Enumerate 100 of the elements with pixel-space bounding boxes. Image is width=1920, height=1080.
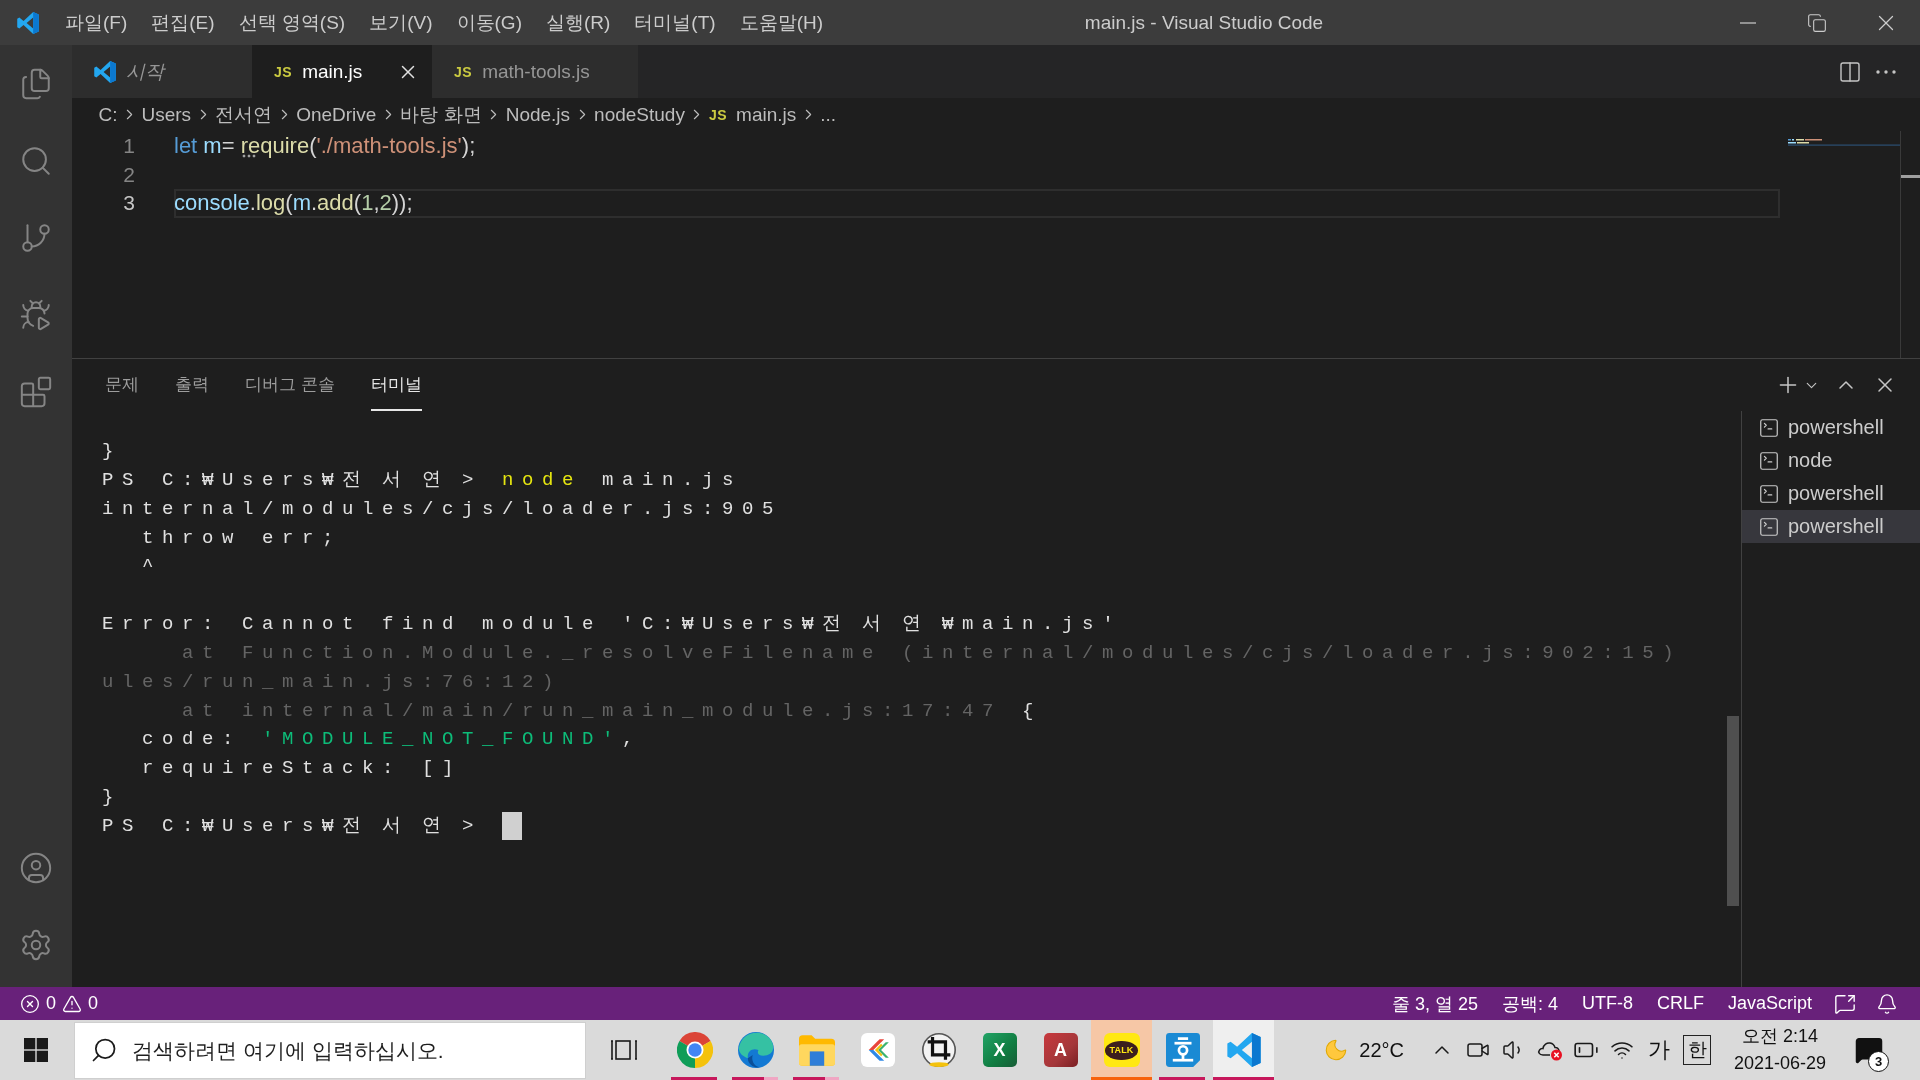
- bug-play-icon: [19, 297, 53, 332]
- line-number: 3: [122, 190, 135, 216]
- editor-tab[interactable]: JS math-tools.js: [432, 45, 638, 98]
- menu-item[interactable]: 실행(R): [533, 0, 623, 45]
- user-circle-icon: [19, 850, 53, 885]
- talk-logo: TALK: [1103, 1033, 1140, 1067]
- line-number: 1: [122, 133, 135, 159]
- cursor-position-mark: [1901, 175, 1920, 178]
- panel-tab[interactable]: 디버그 콘솔: [245, 359, 335, 411]
- terminal-line: Error: Cannot find module 'C:₩Users₩전 서 연 ₩main.js': [102, 612, 1123, 638]
- terminal-line: at internal/main/run_main_module.js:17:47 {: [181, 698, 1043, 724]
- split-icon: [1838, 59, 1862, 84]
- terminal-line: internal/modules/cjs/loader.js:905: [102, 496, 783, 522]
- status-bar-item[interactable]: CRLF: [1644, 987, 1716, 1020]
- taskbar-app-button[interactable]: TALK: [1091, 1020, 1152, 1080]
- menu-item[interactable]: 선택 영역(S): [226, 0, 358, 45]
- breadcrumb-item[interactable]: 바탕 화면: [396, 101, 486, 128]
- message-share-icon: [1834, 992, 1856, 1015]
- editor-scrollbar[interactable]: [1900, 131, 1920, 358]
- terminal-line: PS C:₩Users₩전 서 연 >: [102, 813, 483, 839]
- spreadsheet-logo: X: [982, 1033, 1017, 1067]
- weather-button[interactable]: 22°C: [1315, 1020, 1424, 1080]
- database-logo: A: [1043, 1033, 1078, 1067]
- breadcrumb-item[interactable]: Users: [138, 103, 195, 126]
- line-number: 2: [122, 161, 135, 188]
- menu-item[interactable]: 이동(G): [444, 0, 534, 45]
- terminal-line: ^: [141, 554, 162, 580]
- status-bar-item[interactable]: UTF-8: [1569, 987, 1645, 1020]
- breadcrumb-item[interactable]: Node.js: [502, 103, 574, 126]
- clock-button[interactable]: 오전 2:14 2021-06-29: [1716, 1020, 1844, 1080]
- breadcrumb-item[interactable]: C:: [95, 103, 121, 126]
- terminal-line: }: [102, 785, 122, 811]
- taskbar-app-button[interactable]: A: [1030, 1020, 1091, 1080]
- terminal-list-item[interactable]: powershell: [1742, 477, 1920, 510]
- terminal-list-item[interactable]: powershell: [1742, 411, 1920, 444]
- swirl-icon: [737, 1032, 774, 1068]
- problems-button[interactable]: 0 0: [0, 987, 109, 1020]
- minimize-icon: [1739, 21, 1756, 24]
- settings-icon: [19, 927, 53, 962]
- terminal-line: throw err;: [141, 525, 343, 551]
- terminal-line: ules/run_main.js:76:12): [102, 669, 563, 695]
- menu-item[interactable]: 터미널(T): [622, 0, 728, 45]
- action-center-button[interactable]: 3: [1844, 1020, 1894, 1080]
- panel-tab[interactable]: 출력: [175, 359, 209, 411]
- panel-tab[interactable]: 문제: [105, 359, 139, 411]
- terminal-line: }: [102, 439, 122, 464]
- menu-item[interactable]: 보기(V): [357, 0, 445, 45]
- window-title: main.js - Visual Studio Code: [1084, 11, 1324, 34]
- notification-count-badge: 3: [1868, 1051, 1889, 1072]
- breadcrumb-item[interactable]: OneDrive: [292, 103, 380, 126]
- chevrons-tile-icon: [860, 1033, 895, 1067]
- editor-tab[interactable]: 시작: [72, 45, 252, 98]
- tricolor-circle-icon: [676, 1032, 713, 1068]
- status-bar-item[interactable]: JavaScript: [1715, 987, 1824, 1020]
- editor-tab[interactable]: JS main.js: [252, 45, 432, 98]
- files-icon: [19, 66, 53, 101]
- terminal-line: at Function.Module._resolveFilename (internal/modules/cjs/loader.js:902:15): [181, 640, 1683, 666]
- search-icon: [90, 1036, 118, 1064]
- menu-item[interactable]: 파일(F): [53, 0, 140, 45]
- more-icon: [1876, 69, 1896, 74]
- search-field[interactable]: 검색하려면 여기에 입력하십시오.: [74, 1022, 586, 1079]
- terminal-icon: [1758, 449, 1780, 472]
- input-mode-button[interactable]: 한: [1683, 1035, 1711, 1065]
- bell-icon: [1876, 992, 1898, 1015]
- cloud-error-icon: [1537, 1039, 1563, 1061]
- warning-icon: [62, 993, 82, 1014]
- terminal-scrollbar-thumb[interactable]: [1727, 716, 1739, 906]
- file-type-label: JS: [274, 63, 293, 80]
- terminal-line: PS C:₩Users₩전 서 연 > node main.js: [102, 467, 743, 493]
- code-line: console.log(m.add(1,2));: [174, 189, 1780, 218]
- vscode-logo-icon: [1226, 1033, 1261, 1067]
- terminal-icon: [1758, 482, 1780, 505]
- vscode-logo-icon: [16, 11, 39, 34]
- menu-item[interactable]: 편집(E): [139, 0, 227, 45]
- windows-logo-icon: [24, 1038, 48, 1062]
- status-bar-item[interactable]: 줄 3, 열 25: [1379, 987, 1490, 1020]
- restore-icon: [1806, 12, 1827, 33]
- input-mode-button[interactable]: 가: [1640, 1020, 1678, 1080]
- breadcrumb-item[interactable]: 전서연: [211, 101, 276, 128]
- rounded-tile-icon: [1165, 1033, 1200, 1067]
- file-type-label: JS: [454, 63, 473, 80]
- file-type-label: JS: [708, 106, 728, 123]
- menu-item[interactable]: 도움말(H): [727, 0, 835, 45]
- status-bar-item[interactable]: 공백: 4: [1489, 987, 1570, 1020]
- breadcrumb-item[interactable]: ...: [816, 103, 840, 126]
- vscode-logo-icon: [94, 60, 116, 83]
- folder-icon: [798, 1034, 835, 1066]
- terminal-list-item[interactable]: powershell: [1742, 510, 1920, 543]
- task-view-icon: [610, 1040, 638, 1060]
- breadcrumb-item[interactable]: nodeStudy: [590, 103, 689, 126]
- error-icon: [20, 993, 40, 1014]
- terminal-icon: [1758, 416, 1780, 439]
- code-line: let m= require('./math-tools.js');: [174, 132, 477, 160]
- panel-tab[interactable]: 터미널: [370, 359, 422, 411]
- terminal-list-item[interactable]: node: [1742, 444, 1920, 477]
- terminal-line: code: 'MODULE_NOT_FOUND',: [141, 727, 643, 753]
- taskbar-app-button[interactable]: X: [969, 1020, 1030, 1080]
- terminal-icon: [1758, 515, 1780, 538]
- terminal-line: requireStack: []: [141, 756, 463, 782]
- breadcrumb-item[interactable]: JS main.js: [705, 103, 800, 126]
